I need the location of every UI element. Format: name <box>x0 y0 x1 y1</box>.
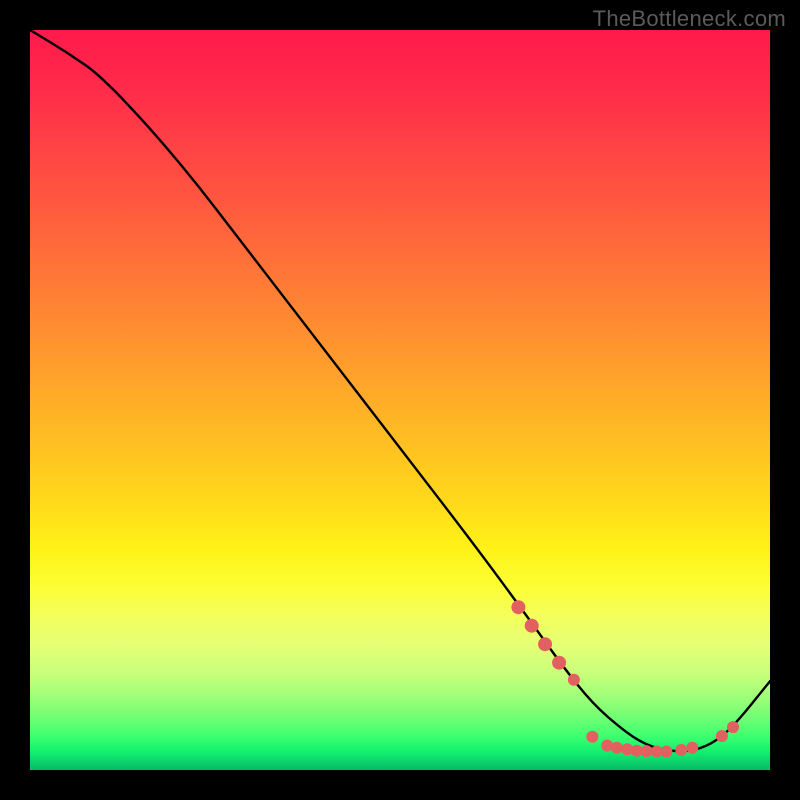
chart-marker <box>686 742 698 754</box>
chart-marker <box>660 746 672 758</box>
watermark-text: TheBottleneck.com <box>593 6 786 32</box>
chart-marker <box>511 600 525 614</box>
chart-marker <box>716 730 728 742</box>
chart-plot-area <box>30 30 770 770</box>
chart-marker <box>525 619 539 633</box>
chart-marker <box>552 656 566 670</box>
chart-svg <box>30 30 770 770</box>
chart-markers <box>511 600 739 757</box>
chart-marker <box>727 721 739 733</box>
chart-marker <box>568 674 580 686</box>
chart-curve <box>30 30 770 751</box>
chart-marker <box>611 742 623 754</box>
chart-marker <box>586 731 598 743</box>
chart-marker <box>640 745 652 757</box>
chart-marker <box>675 744 687 756</box>
chart-marker <box>538 637 552 651</box>
